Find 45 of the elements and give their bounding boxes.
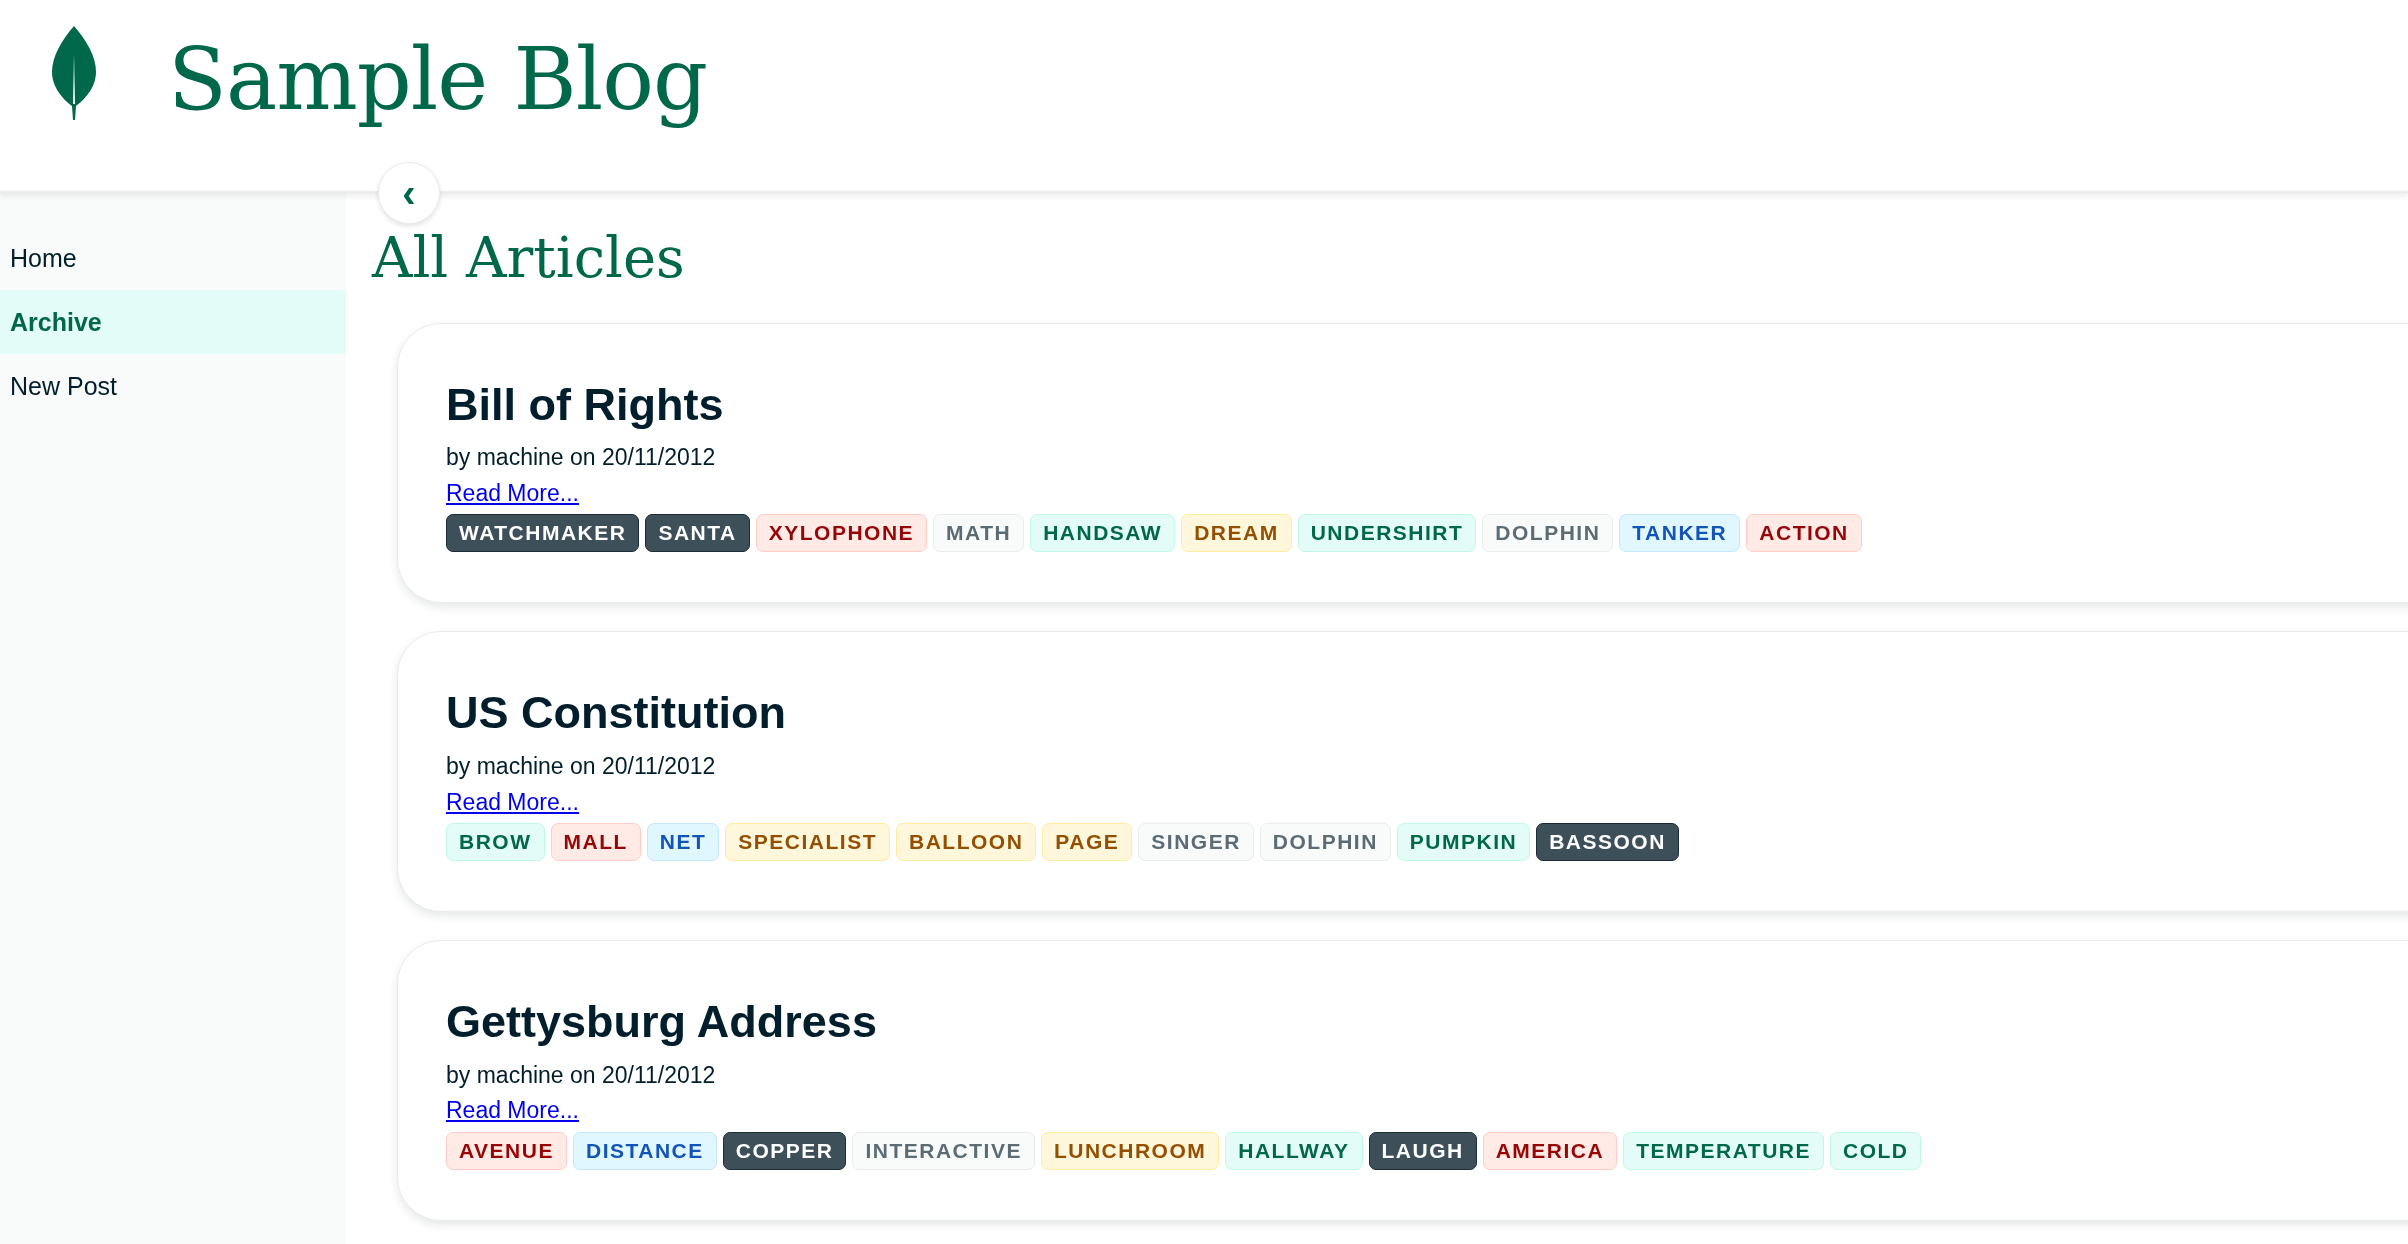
tag: PUMPKIN xyxy=(1396,823,1531,862)
tag: DOLPHIN xyxy=(1259,823,1391,862)
tag: DREAM xyxy=(1181,514,1292,553)
read-more-link[interactable]: Read More... xyxy=(446,479,579,506)
tag: AMERICA xyxy=(1482,1132,1618,1170)
page-title: All Articles xyxy=(372,227,686,289)
tag: HALLWAY xyxy=(1225,1132,1363,1170)
tag: INTERACTIVE xyxy=(852,1132,1035,1170)
tag: DISTANCE xyxy=(572,1132,717,1170)
tag: XYLOPHONE xyxy=(755,514,928,553)
article-byline: by machine on 20/11/2012 xyxy=(446,751,717,781)
tag: COLD xyxy=(1829,1132,1922,1170)
tag: LAUGH xyxy=(1368,1132,1477,1170)
tag: MATH xyxy=(933,514,1025,553)
read-more-link[interactable]: Read More... xyxy=(446,1097,579,1124)
sidebar-item[interactable]: New Post xyxy=(0,354,346,418)
tag: SANTA xyxy=(645,514,750,553)
tag: BALLOON xyxy=(896,823,1037,862)
tag: BROW xyxy=(446,823,545,862)
tag: TEMPERATURE xyxy=(1623,1132,1824,1170)
site-title: Sample Blog xyxy=(168,28,708,131)
tag: UNDERSHIRT xyxy=(1297,514,1477,553)
tag: MALL xyxy=(550,823,641,862)
tag: ACTION xyxy=(1746,514,1862,553)
article-byline: by machine on 20/11/2012 xyxy=(446,1060,717,1090)
leaf-logo-icon xyxy=(50,24,98,120)
tag: COPPER xyxy=(722,1132,847,1170)
tag: BASSOON xyxy=(1536,823,1679,862)
tag: SPECIALIST xyxy=(725,823,890,862)
sidebar-item[interactable]: Home xyxy=(0,226,346,290)
tag: DOLPHIN xyxy=(1482,514,1614,553)
sidebar-item[interactable]: Archive xyxy=(0,290,346,354)
tag: WATCHMAKER xyxy=(446,514,640,553)
tag: TANKER xyxy=(1619,514,1741,553)
tag: SINGER xyxy=(1138,823,1254,862)
tag: PAGE xyxy=(1042,823,1133,862)
read-more-link[interactable]: Read More... xyxy=(446,788,579,815)
article-title: Bill of Rights xyxy=(446,379,725,430)
tag: LUNCHROOM xyxy=(1040,1132,1220,1170)
article-title: Gettysburg Address xyxy=(446,997,878,1047)
tag: AVENUE xyxy=(446,1132,567,1170)
article-title: US Constitution xyxy=(446,688,787,738)
article-byline: by machine on 20/11/2012 xyxy=(446,443,717,473)
tag: NET xyxy=(646,823,720,862)
tag: HANDSAW xyxy=(1030,514,1176,553)
